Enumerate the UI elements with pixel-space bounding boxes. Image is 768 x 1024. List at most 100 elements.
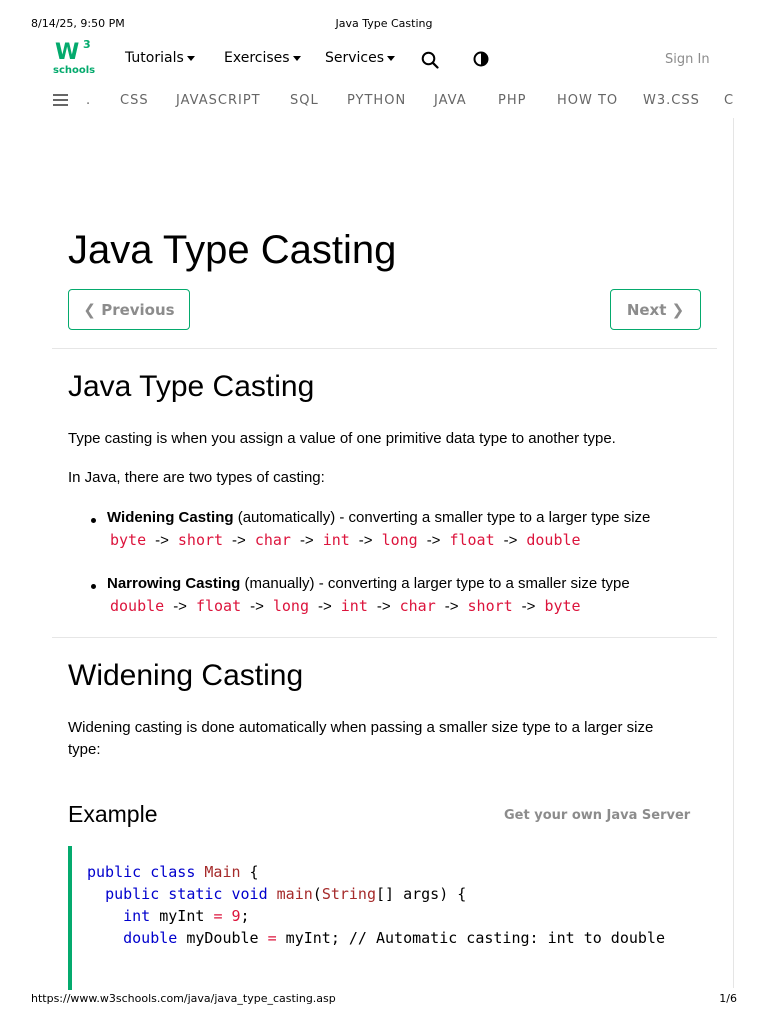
code-text: { (240, 863, 259, 881)
get-own-server-link[interactable]: Get your own Java Server (504, 808, 690, 823)
type-chain-widening: byte -> short -> char -> int -> long -> float -> dou… (110, 531, 581, 549)
arrow: -> (318, 598, 332, 615)
arrow: -> (444, 598, 459, 615)
topic-howto[interactable]: HOW TO (557, 93, 618, 108)
code-text: myDouble (177, 929, 268, 947)
print-title: Java Type Casting (335, 17, 433, 30)
paragraph: Widening casting is done automatically w… (68, 719, 654, 758)
arrow: -> (250, 598, 264, 615)
list-item: Narrowing Casting (manually) - convertin… (107, 575, 630, 592)
topic-java[interactable]: JAVA (434, 93, 467, 108)
code-line: public static void main(String[] args) { (87, 885, 466, 903)
contrast-toggle-icon[interactable] (473, 51, 489, 67)
print-page-number: 1/6 (719, 992, 737, 1005)
code-keyword: static (168, 885, 223, 903)
type-keyword: short (467, 597, 513, 615)
exercises-menu[interactable]: Exercises (224, 50, 301, 66)
code-text: ( (312, 885, 322, 903)
code-text: ; (240, 907, 250, 925)
code-line: int myInt = 9; (87, 907, 250, 925)
exercises-label: Exercises (224, 50, 290, 66)
topic-sql[interactable]: SQL (290, 93, 319, 108)
caret-down-icon (387, 55, 396, 61)
list-item-text: (automatically) - converting a smaller t… (233, 509, 651, 526)
type-keyword: long (381, 531, 418, 549)
print-url: https://www.w3schools.com/java/java_type… (31, 992, 336, 1005)
section-heading: Java Type Casting (68, 370, 315, 403)
type-keyword: float (195, 597, 242, 615)
code-class: Main (204, 863, 241, 881)
type-keyword: byte (110, 531, 147, 549)
arrow: -> (299, 532, 314, 549)
list-item-text: (manually) - converting a larger type to… (240, 575, 630, 592)
topic-w3css[interactable]: W3.CSS (643, 93, 700, 108)
topic-c[interactable]: C (724, 93, 734, 108)
paragraph: Type casting is when you assign a value … (68, 430, 616, 447)
services-label: Services (325, 50, 385, 66)
code-keyword: class (150, 863, 196, 881)
example-heading: Example (68, 801, 158, 827)
type-keyword: byte (544, 597, 581, 615)
w3schools-logo[interactable]: W 3 schools (53, 38, 96, 78)
topic-css[interactable]: CSS (120, 93, 149, 108)
arrow: -> (173, 598, 187, 615)
section-heading: Widening Casting (68, 659, 304, 692)
arrow: -> (503, 532, 518, 549)
logo-sup: 3 (83, 38, 91, 51)
code-number: 9 (231, 907, 241, 925)
type-keyword: short (177, 531, 224, 549)
list-item-bold: Widening Casting (107, 509, 234, 526)
code-keyword: void (231, 885, 268, 903)
code-function: main (276, 885, 313, 903)
caret-down-icon (186, 55, 195, 61)
code-operator: = (213, 907, 223, 925)
divider (52, 637, 717, 638)
next-button[interactable]: Next ❯ (610, 289, 701, 330)
hamburger-menu-icon[interactable] (53, 94, 68, 106)
code-keyword: int (123, 907, 151, 925)
logo-main: W (55, 40, 79, 65)
code-keyword: public (105, 885, 160, 903)
page-title: Java Type Casting (68, 228, 397, 272)
code-line: double myDouble = myInt; // Automatic ca… (87, 929, 665, 947)
topic-php[interactable]: PHP (498, 93, 526, 108)
code-operator: = (267, 929, 277, 947)
type-keyword: int (322, 531, 350, 549)
type-keyword: char (399, 597, 436, 615)
code-keyword: public (87, 863, 142, 881)
caret-down-icon (292, 55, 301, 61)
code-keyword: double (123, 929, 178, 947)
code-text: myInt; // Automatic casting: int to doub… (276, 929, 665, 947)
code-text: myInt (150, 907, 214, 925)
list-item: Widening Casting (automatically) - conve… (107, 509, 650, 526)
type-keyword: char (254, 531, 291, 549)
type-keyword: double (110, 597, 165, 615)
type-chain-narrowing: double -> float -> long -> int -> char -> short -> b… (110, 597, 581, 615)
services-menu[interactable]: Services (325, 50, 396, 66)
page-edge-divider (733, 118, 734, 988)
arrow: -> (426, 532, 441, 549)
type-keyword: double (526, 531, 581, 549)
paragraph: In Java, there are two types of casting: (68, 469, 325, 486)
code-text: [] args) { (376, 885, 467, 903)
sign-in-link[interactable]: Sign In (665, 52, 710, 67)
code-line: public class Main { (87, 863, 259, 881)
topic-javascript[interactable]: JAVASCRIPT (176, 93, 261, 108)
topic-link[interactable]: . (86, 93, 91, 108)
type-keyword: long (272, 597, 309, 615)
arrow: -> (521, 598, 536, 615)
previous-button[interactable]: ❮ Previous (68, 289, 190, 330)
topic-python[interactable]: PYTHON (347, 93, 406, 108)
type-keyword: int (340, 597, 368, 615)
arrow: -> (155, 532, 169, 549)
logo-sub: schools (53, 65, 96, 76)
arrow: -> (358, 532, 373, 549)
tutorials-label: Tutorials (125, 50, 184, 66)
search-icon[interactable] (421, 51, 439, 69)
code-class: String (321, 885, 376, 903)
arrow: -> (376, 598, 391, 615)
arrow: -> (232, 532, 246, 549)
list-item-bold: Narrowing Casting (107, 575, 241, 592)
type-keyword: float (449, 531, 495, 549)
tutorials-menu[interactable]: Tutorials (125, 50, 195, 66)
